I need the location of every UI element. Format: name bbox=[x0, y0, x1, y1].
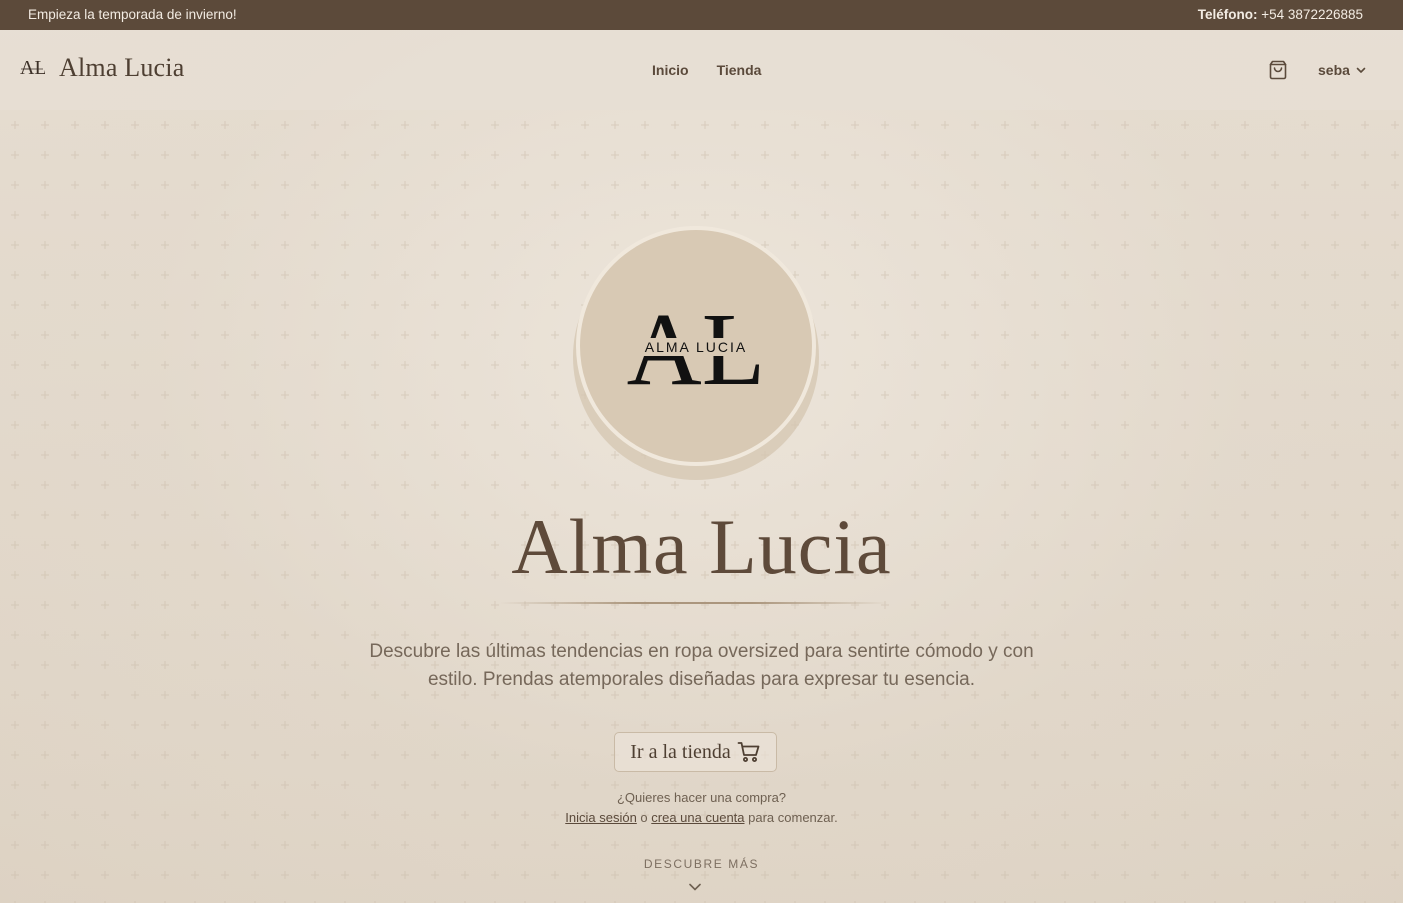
hero-description: Descubre las últimas tendencias en ropa … bbox=[369, 641, 1034, 690]
nav-link-inicio[interactable]: Inicio bbox=[652, 62, 689, 78]
main-nav: Inicio Tienda bbox=[652, 62, 761, 78]
brand-logo-icon: AL bbox=[20, 57, 45, 79]
shopping-cart-icon bbox=[737, 742, 760, 762]
login-suffix: para comenzar. bbox=[744, 810, 838, 825]
phone-label: Teléfono: bbox=[1197, 7, 1258, 22]
chevron-down-icon[interactable] bbox=[688, 881, 702, 893]
discover-more-label[interactable]: DESCUBRE MÁS bbox=[0, 857, 1403, 871]
nav-link-tienda[interactable]: Tienda bbox=[717, 62, 762, 78]
hero-logo: AL ALMA LUCIA bbox=[573, 226, 819, 480]
svg-text:ALMA LUCIA: ALMA LUCIA bbox=[645, 339, 747, 355]
shop-button-label: Ir a la tienda bbox=[630, 740, 731, 763]
chevron-down-icon bbox=[1356, 67, 1366, 73]
phone-number: +54 3872226885 bbox=[1261, 7, 1363, 22]
site-header: AL Alma Lucia Inicio Tienda seba bbox=[0, 30, 1403, 110]
go-to-shop-button[interactable]: Ir a la tienda bbox=[614, 732, 777, 772]
page: Empieza la temporada de invierno! Teléfo… bbox=[0, 0, 1403, 903]
phone-info: Teléfono: +54 3872226885 bbox=[1198, 7, 1363, 22]
shopping-bag-icon[interactable] bbox=[1266, 58, 1290, 82]
brand-name: Alma Lucia bbox=[59, 53, 185, 82]
user-menu[interactable]: seba bbox=[1318, 62, 1367, 78]
login-or: o bbox=[636, 810, 652, 825]
hero-title: Alma Lucia bbox=[511, 503, 892, 590]
logo-circle: AL ALMA LUCIA bbox=[576, 226, 816, 466]
svg-text:AL: AL bbox=[20, 57, 45, 79]
register-link[interactable]: crea una cuenta bbox=[651, 810, 744, 825]
login-prompt: Inicia sesión o crea una cuenta para com… bbox=[0, 810, 1403, 825]
login-link[interactable]: Inicia sesión bbox=[565, 810, 637, 825]
announcement-bar: Empieza la temporada de invierno! Teléfo… bbox=[0, 0, 1403, 30]
user-name: seba bbox=[1318, 62, 1350, 78]
promo-text: Empieza la temporada de invierno! bbox=[28, 7, 237, 22]
hero-divider bbox=[500, 602, 888, 604]
brand-link[interactable]: AL Alma Lucia bbox=[19, 53, 184, 83]
login-question: ¿Quieres hacer una compra? bbox=[616, 790, 787, 805]
alma-lucia-logo: AL ALMA LUCIA bbox=[627, 292, 766, 406]
